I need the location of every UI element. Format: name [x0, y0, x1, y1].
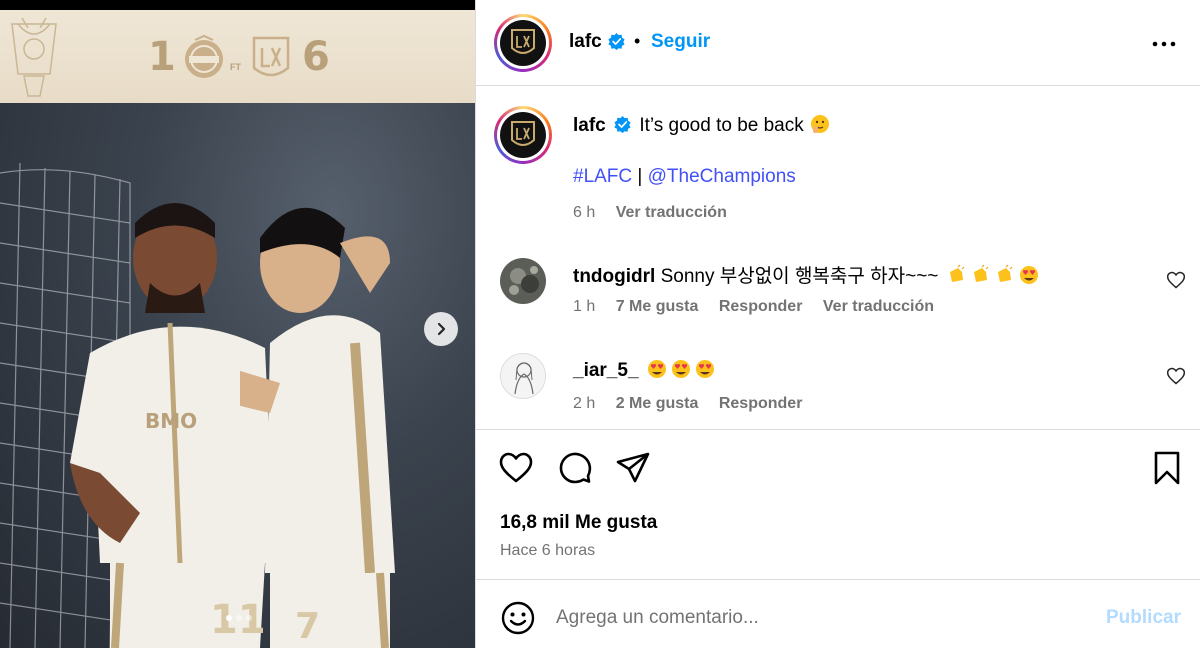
header-avatar[interactable]: [494, 14, 552, 72]
header-separator: •: [634, 31, 641, 51]
post-caption: lafc It’s good to be back: [573, 113, 831, 137]
like-heart-icon[interactable]: [498, 450, 534, 486]
caption-avatar[interactable]: [494, 106, 552, 164]
caption-meta: 6 h Ver traducción: [573, 204, 743, 222]
home-score: 1: [148, 34, 176, 80]
comment-composer: Publicar: [476, 580, 1200, 648]
comment-1-translate-button[interactable]: Ver traducción: [823, 298, 934, 315]
player-right-graphic: 7: [240, 207, 395, 648]
comment-1-likes[interactable]: 7 Me gusta: [616, 298, 699, 315]
comment-avatar[interactable]: [500, 258, 546, 304]
tag-separator: |: [637, 166, 643, 187]
verified-badge-icon: [614, 116, 631, 133]
away-score: 6: [302, 34, 330, 80]
score-strip: 1 FT 6: [0, 10, 475, 103]
post-media[interactable]: 1 FT 6 BMO 7: [0, 0, 475, 648]
post-sidebar: lafc • Seguir lafc It’s good to be back: [475, 0, 1200, 648]
carousel-dot-2: [236, 615, 242, 621]
media-top-bar: [0, 0, 475, 10]
comment-2-time[interactable]: 2 h: [573, 395, 595, 412]
share-paper-plane-icon[interactable]: [615, 450, 651, 486]
save-bookmark-icon[interactable]: [1149, 450, 1185, 486]
carousel-dot-3: [246, 615, 252, 621]
clapping-hands-icon: [973, 264, 989, 282]
comment-2-meta: 2 h 2 Me gusta Responder: [573, 395, 818, 413]
comment-bubble-icon[interactable]: [557, 450, 593, 486]
comment-1-meta: 1 h 7 Me gusta Responder Ver traducción: [573, 298, 950, 316]
players-photo: BMO 11 7: [0, 103, 475, 648]
comment-1: tndogidrl Sonny 부상없이 행복축구 하자~~~: [573, 261, 1040, 288]
avatar-inner: [497, 109, 549, 161]
heart-eyes-icon: [671, 360, 690, 378]
comment-avatar[interactable]: [500, 353, 546, 399]
comment-2-reply-button[interactable]: Responder: [719, 395, 803, 412]
chevron-right-icon: [437, 322, 446, 336]
like-comment-heart-icon[interactable]: [1166, 366, 1186, 386]
trophy-crest-graphic: [11, 17, 57, 97]
like-comment-heart-icon[interactable]: [1166, 270, 1186, 290]
sketch-avatar-image: [501, 354, 545, 398]
post-time: Hace 6 horas: [500, 542, 596, 559]
comment-2: _iar_5_: [573, 358, 716, 382]
heart-eyes-icon: [647, 360, 666, 378]
comments-section: lafc It’s good to be back #LAFC | @TheCh…: [476, 86, 1200, 430]
comment-1-username[interactable]: tndogidrl: [573, 266, 655, 287]
post-header: lafc • Seguir: [476, 0, 1200, 86]
comment-1-text: Sonny 부상없이 행복축구 하자~~~: [660, 266, 939, 287]
hashtag-link[interactable]: #LAFC: [573, 166, 632, 187]
caption-translate-button[interactable]: Ver traducción: [616, 204, 727, 221]
caption-tags: #LAFC | @TheChampions: [573, 166, 796, 188]
clapping-hands-icon: [997, 264, 1013, 282]
comment-input[interactable]: [556, 602, 1086, 634]
carousel-next-button[interactable]: [424, 312, 458, 346]
post-actions: 16,8 mil Me gusta Hace 6 horas: [476, 430, 1200, 580]
svg-text:7: 7: [295, 606, 320, 647]
comment-1-time[interactable]: 1 h: [573, 298, 595, 315]
caption-time[interactable]: 6 h: [573, 204, 595, 221]
clapping-hands-icon: [949, 264, 965, 282]
comment-2-username[interactable]: _iar_5_: [573, 360, 639, 381]
espana-club-badge: [185, 34, 223, 78]
full-time-label: FT: [230, 62, 241, 72]
verified-badge-icon: [608, 33, 625, 50]
lafc-club-badge: [252, 36, 290, 77]
avatar-inner: [497, 17, 549, 69]
caption-username[interactable]: lafc: [573, 115, 606, 136]
carousel-dots: [226, 615, 252, 621]
lafc-logo-icon: [500, 20, 546, 66]
follow-button[interactable]: Seguir: [651, 31, 710, 53]
emoji-picker-icon[interactable]: [500, 600, 536, 636]
mention-link[interactable]: @TheChampions: [648, 166, 796, 187]
more-options-icon[interactable]: [1151, 34, 1177, 54]
shushing-face-icon: [811, 115, 830, 133]
carousel-dot-1: [226, 615, 232, 621]
dog-avatar-image: [500, 258, 546, 304]
header-username[interactable]: lafc: [569, 31, 602, 53]
caption-text: It’s good to be back: [639, 115, 804, 136]
heart-eyes-icon: [695, 360, 714, 378]
publish-button[interactable]: Publicar: [1106, 607, 1181, 629]
comment-2-likes[interactable]: 2 Me gusta: [616, 395, 699, 412]
likes-count[interactable]: 16,8 mil Me gusta: [500, 512, 657, 534]
svg-text:BMO: BMO: [145, 409, 197, 433]
heart-eyes-icon: [1019, 266, 1038, 284]
comment-1-reply-button[interactable]: Responder: [719, 298, 803, 315]
lafc-logo-icon: [500, 112, 546, 158]
